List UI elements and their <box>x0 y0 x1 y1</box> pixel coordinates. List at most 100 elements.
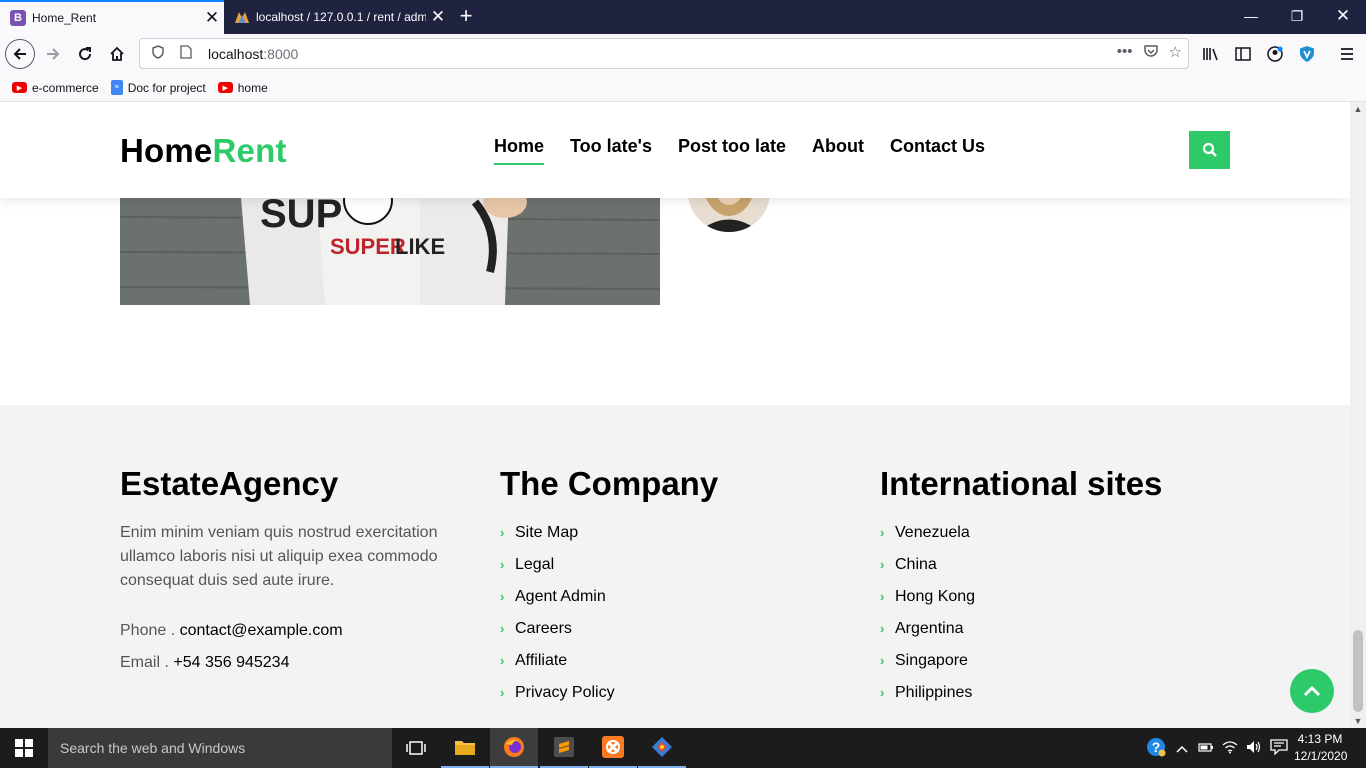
taskbar-clock[interactable]: 4:13 PM 12/1/2020 <box>1294 731 1347 765</box>
pocket-icon[interactable] <box>1143 43 1159 63</box>
minimize-window-button[interactable]: — <box>1228 0 1274 34</box>
link-label: Affiliate <box>515 652 568 669</box>
close-tab-icon[interactable]: ✕ <box>200 8 224 28</box>
close-window-button[interactable]: ✕ <box>1320 0 1366 34</box>
email-value: +54 356 945234 <box>173 654 290 671</box>
volume-icon[interactable] <box>1246 740 1262 757</box>
brand-accent: Rent <box>212 132 287 169</box>
address-bar[interactable]: localhost:8000 ••• ☆ <box>139 38 1189 69</box>
taskbar-xampp[interactable] <box>589 728 637 768</box>
shield-icon[interactable] <box>148 45 168 62</box>
link-label: Careers <box>515 620 572 637</box>
scroll-up-arrow-icon[interactable]: ▲ <box>1350 102 1366 116</box>
footer-link-philippines[interactable]: › Philippines <box>880 677 1162 709</box>
footer-link-careers[interactable]: › Careers <box>500 613 718 645</box>
youtube-icon: ▶ <box>217 82 233 93</box>
bookmark-e-commerce[interactable]: ▶ e-commerce <box>12 81 99 95</box>
taskbar-search-box[interactable]: Search the web and Windows <box>48 728 392 768</box>
start-button[interactable] <box>0 728 48 768</box>
brand-logo[interactable]: HomeRent <box>120 132 287 170</box>
new-tab-button[interactable]: + <box>454 4 478 28</box>
url-port: :8000 <box>263 45 299 62</box>
nav-about[interactable]: About <box>812 136 864 165</box>
footer-link-argentina[interactable]: › Argentina <box>880 613 1162 645</box>
taskbar-git-gui[interactable] <box>638 728 686 768</box>
firefox-icon <box>504 737 524 757</box>
scrollbar-thumb[interactable] <box>1353 630 1363 712</box>
bookmark-home[interactable]: ▶ home <box>217 81 268 95</box>
bootstrap-icon: B <box>10 10 26 26</box>
menu-icon[interactable] <box>1332 39 1362 69</box>
main-nav: Home Too late's Post too late About Cont… <box>494 136 985 165</box>
phone-label: Phone . <box>120 622 176 639</box>
bookmark-doc-for-project[interactable]: ≡ Doc for project <box>110 80 206 95</box>
xampp-icon <box>602 736 624 758</box>
reload-button[interactable] <box>70 39 100 69</box>
help-icon[interactable]: ? <box>1146 737 1166 760</box>
task-view-button[interactable] <box>392 728 440 768</box>
bookmark-label: Doc for project <box>127 80 206 95</box>
footer-international: International sites › Venezuela › China › H… <box>880 465 1162 709</box>
nav-too-lates[interactable]: Too late's <box>570 136 652 165</box>
footer-link-agent-admin[interactable]: › Agent Admin <box>500 581 718 613</box>
nav-post-too-late[interactable]: Post too late <box>678 136 786 165</box>
taskbar-firefox[interactable] <box>490 728 538 768</box>
footer-link-site-map[interactable]: › Site Map <box>500 517 718 549</box>
bookmark-star-icon[interactable]: ☆ <box>1169 43 1182 63</box>
footer-international-title: International sites <box>880 465 1163 502</box>
footer-international-links: › Venezuela › China › Hong Kong › Argentina … <box>880 517 1162 709</box>
chevron-right-icon: › <box>880 589 885 604</box>
library-icon[interactable] <box>1196 39 1226 69</box>
page-actions-icon[interactable]: ••• <box>1117 43 1133 63</box>
wifi-icon[interactable] <box>1222 740 1238 757</box>
chevron-right-icon: › <box>500 525 505 540</box>
link-label: China <box>895 556 937 573</box>
home-button[interactable] <box>102 39 132 69</box>
clock-time: 4:13 PM <box>1297 732 1343 746</box>
browser-toolbar: localhost:8000 ••• ☆ <box>0 34 1366 74</box>
back-to-top-button[interactable] <box>1290 669 1334 713</box>
link-label: Site Map <box>515 524 579 541</box>
footer-link-legal[interactable]: › Legal <box>500 549 718 581</box>
footer-link-singapore[interactable]: › Singapore <box>880 645 1162 677</box>
folder-icon <box>455 741 475 755</box>
chevron-up-icon[interactable] <box>1176 741 1188 756</box>
chevron-right-icon: › <box>500 653 505 668</box>
svg-text:LIKE: LIKE <box>395 234 445 259</box>
footer-link-china[interactable]: › China <box>880 549 1162 581</box>
footer-contact: Phone . contact@example.com Email . +54 … <box>120 615 460 679</box>
taskbar-file-explorer[interactable] <box>441 728 489 768</box>
email-label: Email . <box>120 654 169 671</box>
back-button[interactable] <box>5 39 35 69</box>
sidebar-icon[interactable] <box>1228 39 1258 69</box>
tab-home-rent[interactable]: B Home_Rent ✕ <box>0 0 224 34</box>
footer-link-privacy-policy[interactable]: › Privacy Policy <box>500 677 718 709</box>
footer-agency-title: EstateAgency <box>120 465 339 502</box>
page-scrollbar[interactable]: ▲ ▼ <box>1350 102 1366 728</box>
nav-contact-us[interactable]: Contact Us <box>890 136 985 165</box>
tab-phpmyadmin[interactable]: localhost / 127.0.0.1 / rent / adm ✕ <box>224 0 450 34</box>
footer-link-affiliate[interactable]: › Affiliate <box>500 645 718 677</box>
search-button[interactable] <box>1189 131 1230 169</box>
battery-icon[interactable] <box>1198 741 1214 756</box>
account-icon[interactable] <box>1260 39 1290 69</box>
nav-home[interactable]: Home <box>494 136 545 165</box>
chevron-right-icon: › <box>500 589 505 604</box>
page-icon[interactable] <box>176 45 196 62</box>
link-label: Agent Admin <box>515 588 606 605</box>
chevron-up-icon <box>1303 685 1321 697</box>
footer-link-venezuela[interactable]: › Venezuela <box>880 517 1162 549</box>
scroll-down-arrow-icon[interactable]: ▼ <box>1350 714 1366 728</box>
close-tab-icon[interactable]: ✕ <box>426 7 450 27</box>
footer-company: The Company › Site Map › Legal › Agent Admi… <box>500 465 718 709</box>
sublime-text-icon <box>554 737 574 757</box>
taskbar-sublime-text[interactable] <box>540 728 588 768</box>
chevron-right-icon: › <box>500 621 505 636</box>
docs-icon: ≡ <box>110 80 123 95</box>
footer-agency: EstateAgency Enim minim veniam quis nost… <box>120 465 460 679</box>
footer-link-hong-kong[interactable]: › Hong Kong <box>880 581 1162 613</box>
vpn-shield-icon[interactable] <box>1292 39 1322 69</box>
restore-window-button[interactable]: ❐ <box>1274 0 1320 34</box>
notifications-icon[interactable] <box>1270 738 1288 758</box>
forward-button[interactable] <box>38 39 68 69</box>
